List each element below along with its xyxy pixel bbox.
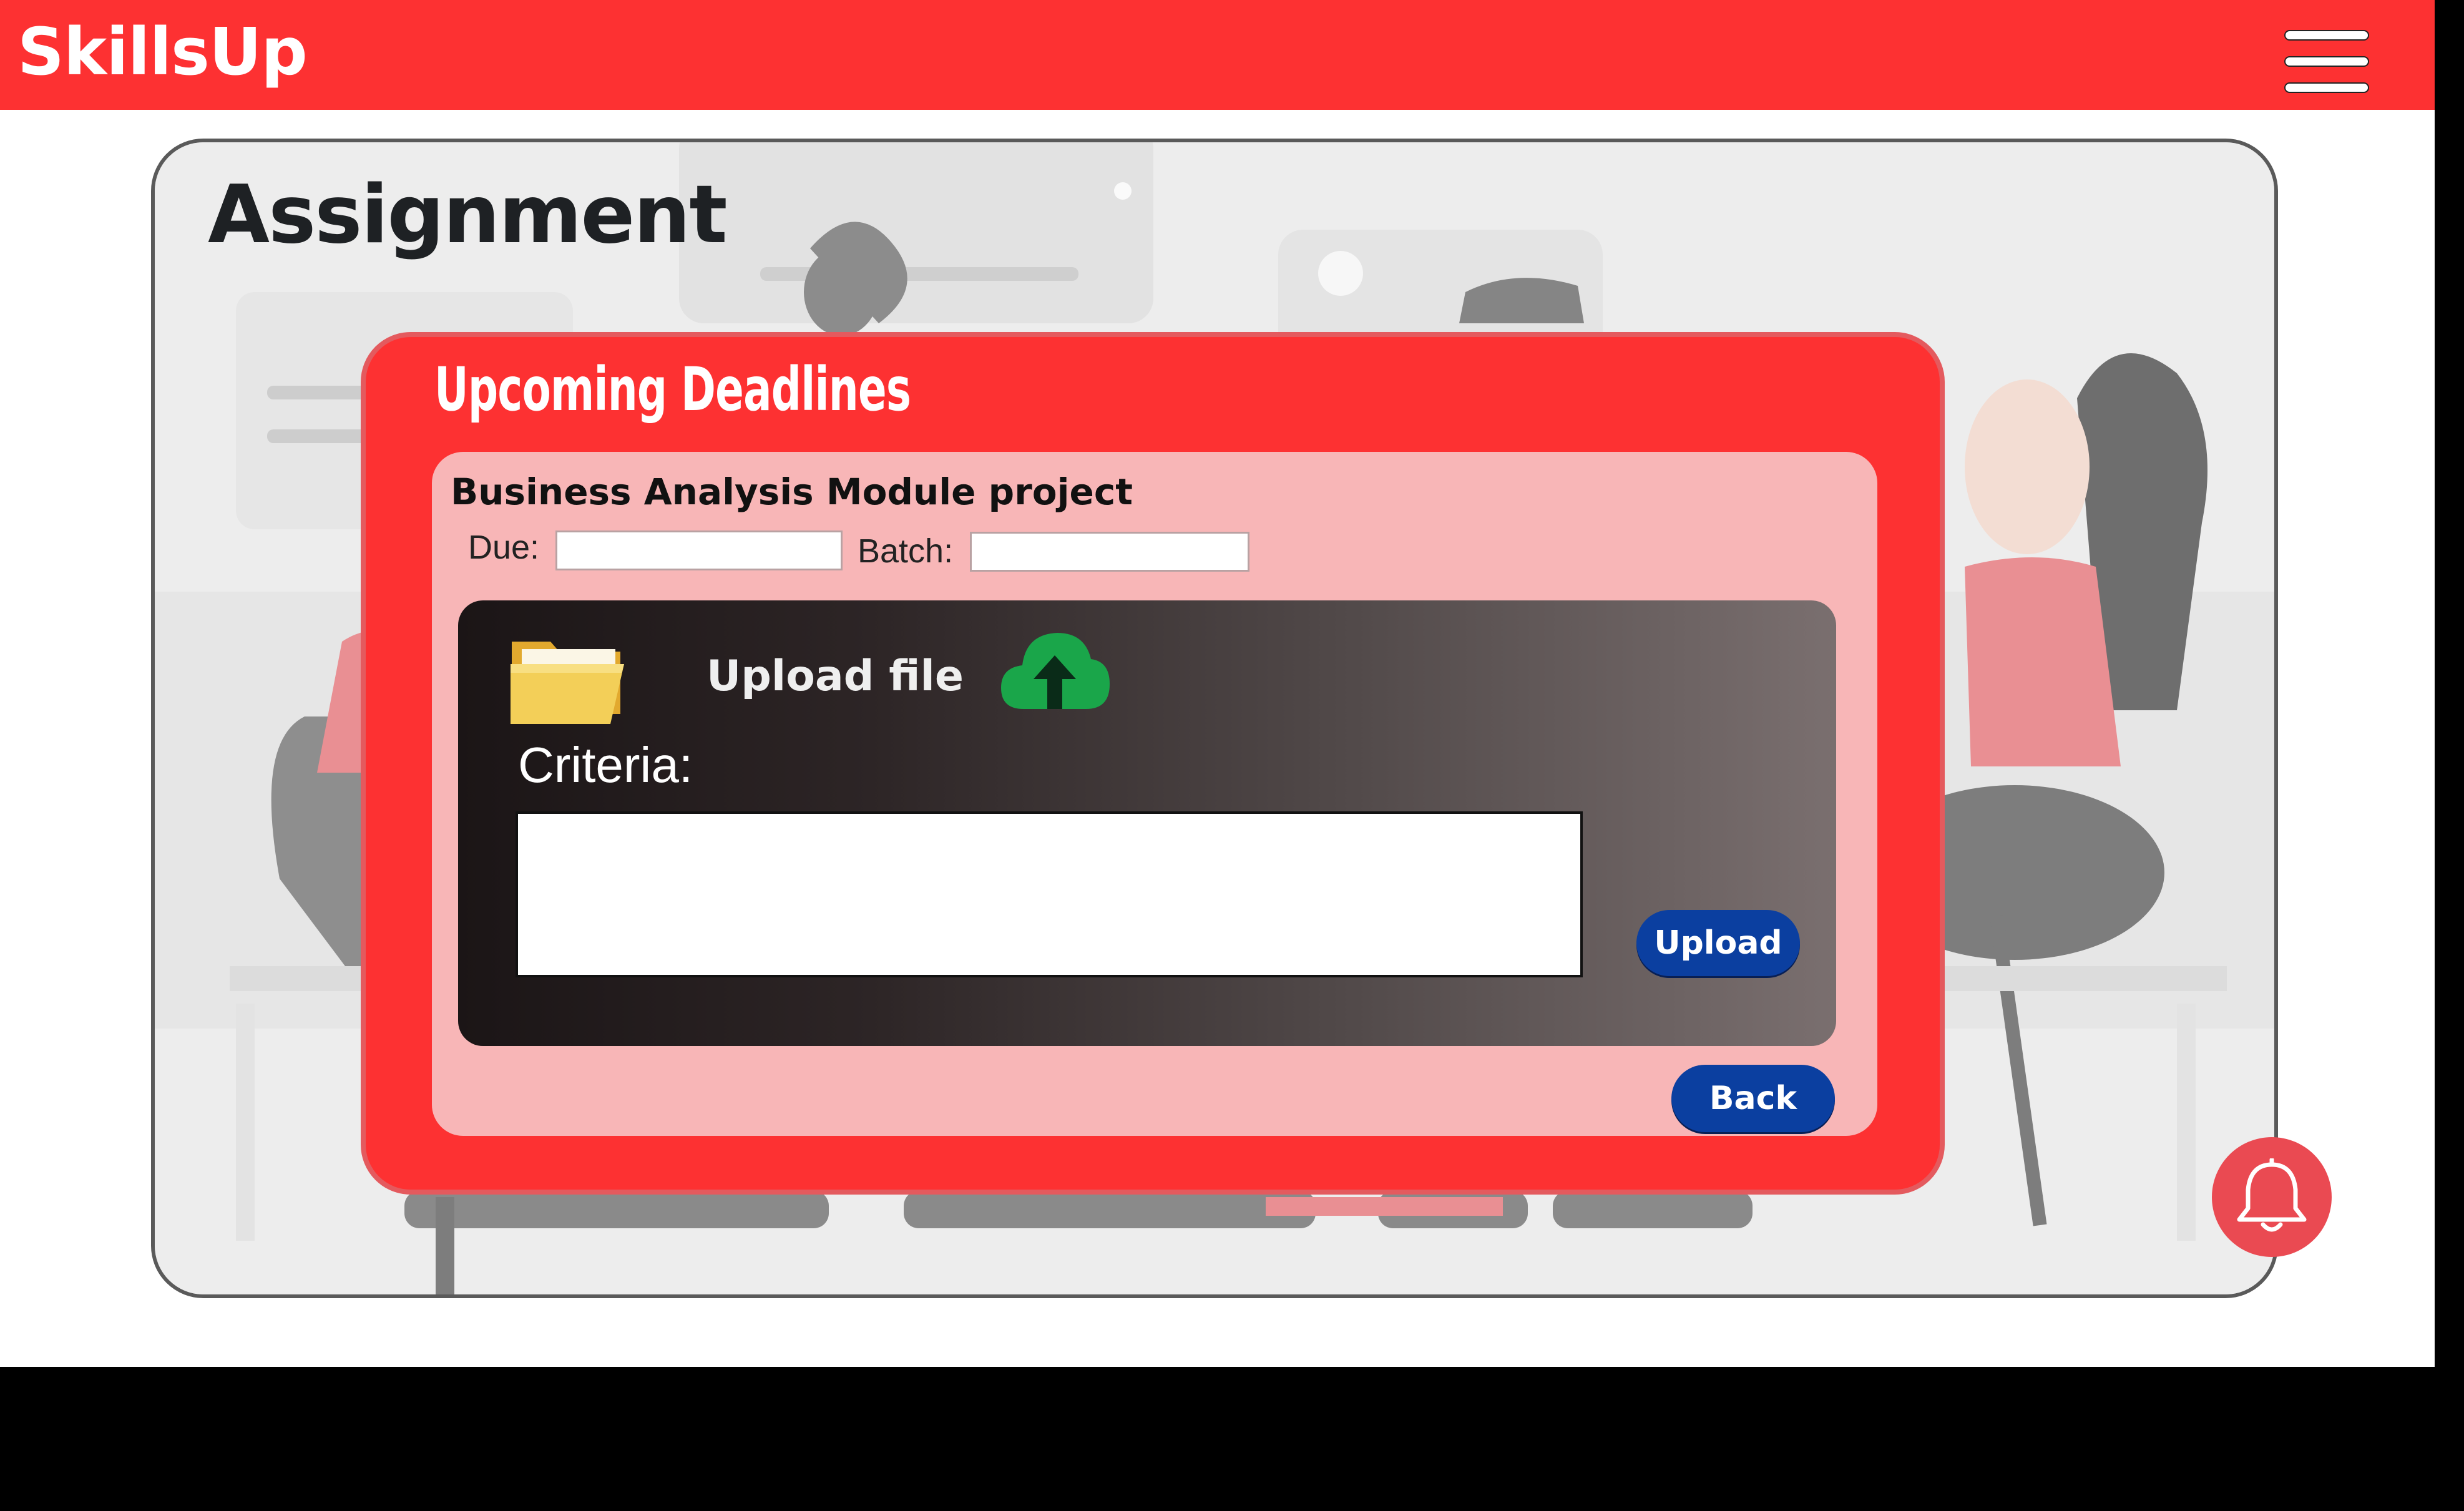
back-button[interactable]: Back: [1671, 1065, 1835, 1132]
criteria-label: Criteria:: [518, 737, 693, 793]
upload-panel: Upload file Criteria: Upload: [458, 600, 1836, 1046]
upload-file-label[interactable]: Upload file: [706, 652, 964, 701]
modal-title: Upcoming Deadlines: [434, 355, 911, 424]
page-title: Assignment: [208, 169, 728, 262]
criteria-input[interactable]: [516, 811, 1583, 977]
upcoming-deadlines-modal: Upcoming Deadlines Business Analysis Mod…: [361, 332, 1945, 1195]
due-field[interactable]: [555, 531, 843, 570]
cloud-upload-icon[interactable]: [1000, 630, 1110, 711]
hamburger-menu-icon[interactable]: [2284, 30, 2369, 95]
app-screen: SkillsUp Assignment Upcoming Deadlines B…: [0, 0, 2435, 1367]
top-bar: SkillsUp: [0, 0, 2435, 110]
upload-button[interactable]: Upload: [1636, 910, 1800, 976]
brand-logo[interactable]: SkillsUp: [17, 14, 308, 90]
folder-icon[interactable]: [508, 633, 627, 726]
due-label: Due:: [468, 529, 540, 566]
notification-bell-button[interactable]: [2212, 1137, 2332, 1257]
batch-label: Batch:: [858, 532, 954, 570]
assignment-card: Business Analysis Module project Due: Ba…: [432, 452, 1877, 1136]
batch-field[interactable]: [970, 532, 1249, 572]
bell-icon: [2237, 1158, 2307, 1232]
project-title: Business Analysis Module project: [451, 471, 1133, 513]
